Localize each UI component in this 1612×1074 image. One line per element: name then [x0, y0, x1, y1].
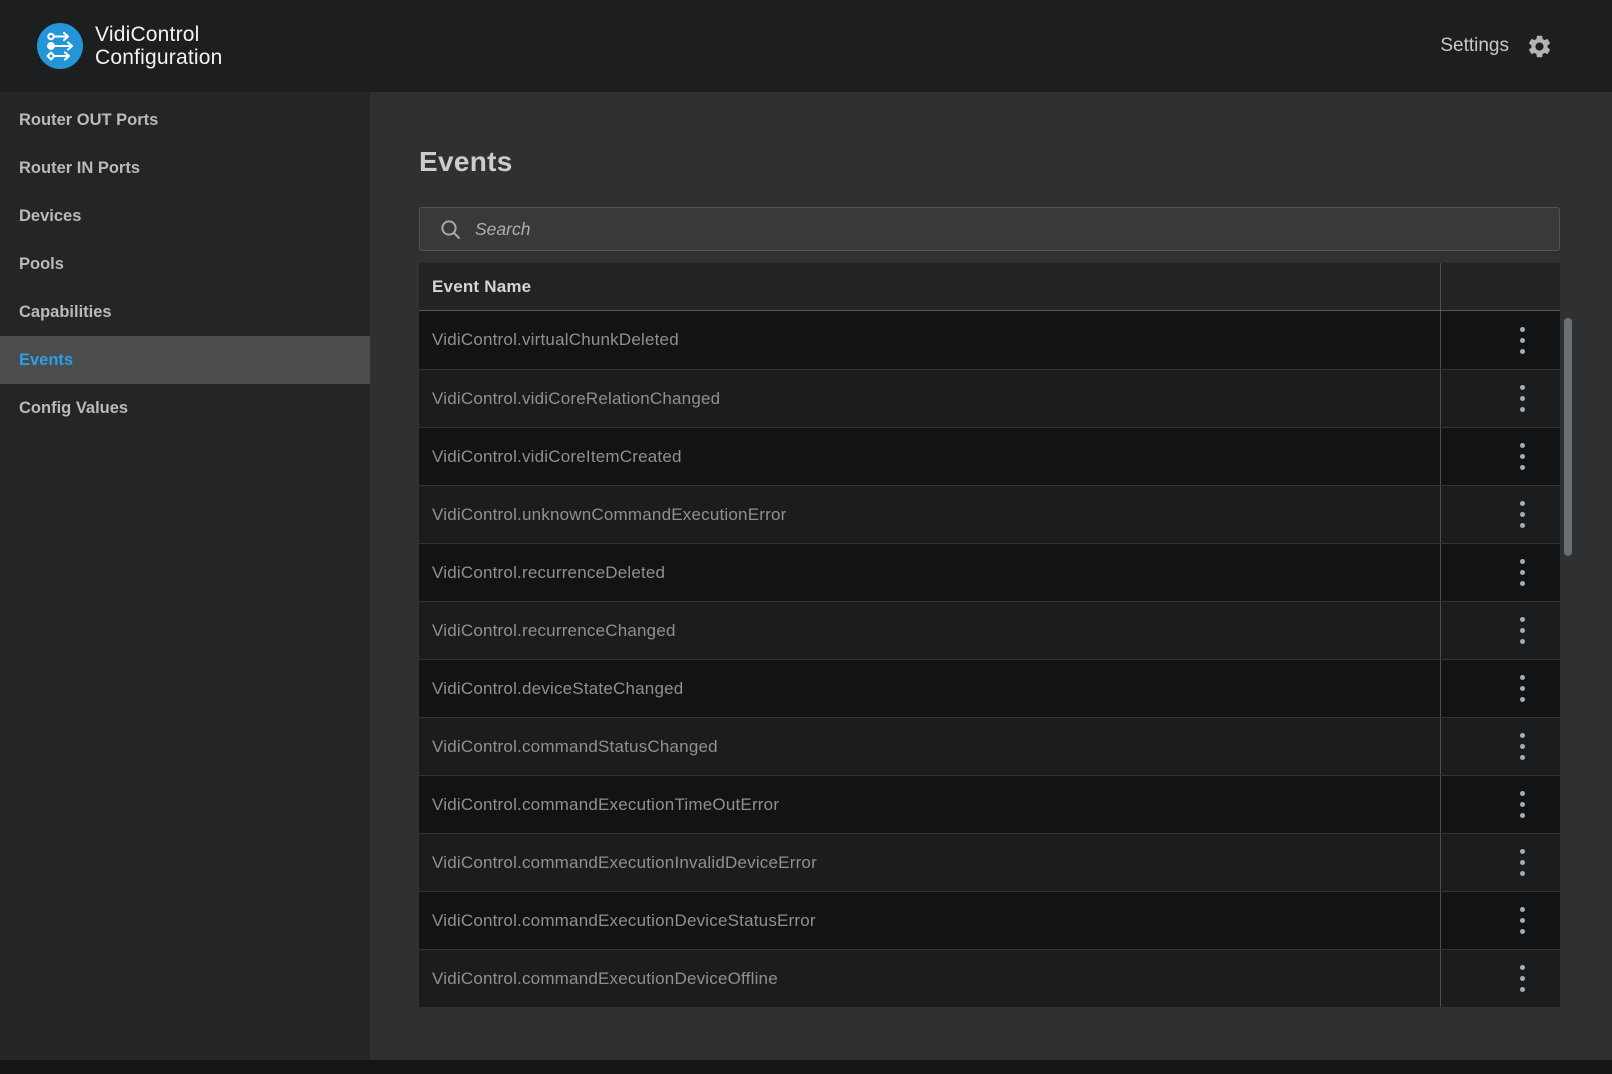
event-name: VidiControl.commandExecutionDeviceOfflin…	[419, 950, 1440, 1007]
topbar-actions: Settings	[1440, 33, 1612, 60]
table-row[interactable]: VidiControl.recurrenceChanged	[419, 601, 1560, 659]
sidebar-item-capabilities[interactable]: Capabilities	[0, 288, 370, 336]
bottom-bar	[0, 1060, 1612, 1074]
row-actions-cell	[1440, 892, 1560, 949]
table-row[interactable]: VidiControl.commandExecutionDeviceStatus…	[419, 891, 1560, 949]
table-row[interactable]: VidiControl.deviceStateChanged	[419, 659, 1560, 717]
table-row[interactable]: VidiControl.recurrenceDeleted	[419, 543, 1560, 601]
table-row[interactable]: VidiControl.vidiCoreRelationChanged	[419, 369, 1560, 427]
search-input[interactable]	[475, 219, 1545, 240]
table-row[interactable]: VidiControl.virtualChunkDeleted	[419, 311, 1560, 369]
topbar: VidiControl Configuration Settings	[0, 0, 1612, 92]
row-actions-cell	[1440, 311, 1560, 369]
event-name: VidiControl.deviceStateChanged	[419, 660, 1440, 717]
row-actions-cell	[1440, 486, 1560, 543]
event-name: VidiControl.virtualChunkDeleted	[419, 311, 1440, 369]
table-body: VidiControl.virtualChunkDeletedVidiContr…	[419, 311, 1560, 1007]
row-actions-cell	[1440, 718, 1560, 775]
kebab-menu-icon[interactable]	[1502, 435, 1542, 479]
row-actions-cell	[1440, 776, 1560, 833]
gear-icon[interactable]	[1526, 33, 1553, 60]
kebab-menu-icon[interactable]	[1502, 841, 1542, 885]
page-title: Events	[419, 146, 1560, 178]
event-name: VidiControl.vidiCoreItemCreated	[419, 428, 1440, 485]
kebab-menu-icon[interactable]	[1502, 551, 1542, 595]
sidebar-item-config-values[interactable]: Config Values	[0, 384, 370, 432]
sidebar-item-router-out-ports[interactable]: Router OUT Ports	[0, 96, 370, 144]
row-actions-cell	[1440, 544, 1560, 601]
event-name: VidiControl.recurrenceChanged	[419, 602, 1440, 659]
kebab-menu-icon[interactable]	[1502, 783, 1542, 827]
table-row[interactable]: VidiControl.commandExecutionTimeOutError	[419, 775, 1560, 833]
app-brand: VidiControl Configuration	[0, 23, 223, 69]
column-header-actions	[1440, 263, 1560, 310]
search-box	[419, 207, 1560, 251]
row-actions-cell	[1440, 370, 1560, 427]
row-actions-cell	[1440, 950, 1560, 1007]
row-actions-cell	[1440, 602, 1560, 659]
event-name: VidiControl.recurrenceDeleted	[419, 544, 1440, 601]
main-content: Events Event Name VidiControl.virtualChu…	[370, 92, 1612, 1060]
kebab-menu-icon[interactable]	[1502, 957, 1542, 1001]
app-title: VidiControl Configuration	[95, 23, 223, 69]
app-title-line1: VidiControl	[95, 23, 223, 46]
table-scrollbar-thumb[interactable]	[1564, 318, 1572, 556]
app-title-line2: Configuration	[95, 46, 223, 69]
kebab-menu-icon[interactable]	[1502, 609, 1542, 653]
event-name: VidiControl.vidiCoreRelationChanged	[419, 370, 1440, 427]
table-row[interactable]: VidiControl.commandExecutionDeviceOfflin…	[419, 949, 1560, 1007]
app-logo-route-icon	[37, 23, 83, 69]
kebab-menu-icon[interactable]	[1502, 318, 1542, 362]
app-shell: Router OUT PortsRouter IN PortsDevicesPo…	[0, 92, 1612, 1060]
event-name: VidiControl.commandStatusChanged	[419, 718, 1440, 775]
kebab-menu-icon[interactable]	[1502, 493, 1542, 537]
table-row[interactable]: VidiControl.commandStatusChanged	[419, 717, 1560, 775]
search-icon	[440, 219, 461, 240]
settings-link[interactable]: Settings	[1440, 35, 1509, 57]
table-row[interactable]: VidiControl.commandExecutionInvalidDevic…	[419, 833, 1560, 891]
sidebar-item-router-in-ports[interactable]: Router IN Ports	[0, 144, 370, 192]
event-name: VidiControl.unknownCommandExecutionError	[419, 486, 1440, 543]
row-actions-cell	[1440, 428, 1560, 485]
events-table: Event Name VidiControl.virtualChunkDelet…	[419, 263, 1560, 1007]
table-row[interactable]: VidiControl.vidiCoreItemCreated	[419, 427, 1560, 485]
event-name: VidiControl.commandExecutionInvalidDevic…	[419, 834, 1440, 891]
table-row[interactable]: VidiControl.unknownCommandExecutionError	[419, 485, 1560, 543]
kebab-menu-icon[interactable]	[1502, 377, 1542, 421]
kebab-menu-icon[interactable]	[1502, 899, 1542, 943]
row-actions-cell	[1440, 834, 1560, 891]
column-header-event-name: Event Name	[419, 263, 1440, 310]
event-name: VidiControl.commandExecutionTimeOutError	[419, 776, 1440, 833]
sidebar: Router OUT PortsRouter IN PortsDevicesPo…	[0, 92, 370, 1060]
table-header-row: Event Name	[419, 263, 1560, 311]
sidebar-item-pools[interactable]: Pools	[0, 240, 370, 288]
sidebar-item-events[interactable]: Events	[0, 336, 370, 384]
kebab-menu-icon[interactable]	[1502, 667, 1542, 711]
row-actions-cell	[1440, 660, 1560, 717]
event-name: VidiControl.commandExecutionDeviceStatus…	[419, 892, 1440, 949]
kebab-menu-icon[interactable]	[1502, 725, 1542, 769]
sidebar-item-devices[interactable]: Devices	[0, 192, 370, 240]
